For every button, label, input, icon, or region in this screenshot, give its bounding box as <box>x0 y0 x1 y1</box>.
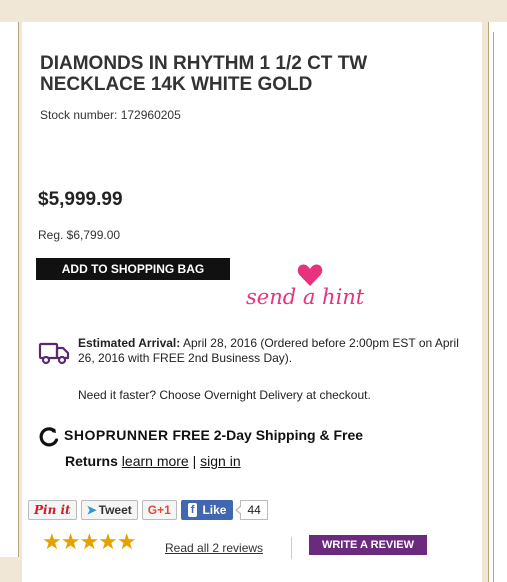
estimated-arrival: Estimated Arrival: April 28, 2016 (Order… <box>78 336 468 366</box>
review-divider <box>291 537 292 559</box>
shoprunner-logo-icon <box>39 427 59 447</box>
right-panel <box>488 22 507 582</box>
arrival-label: Estimated Arrival: <box>78 336 181 350</box>
social-share-bar: Pin it ➤ Tweet G+1 f Like 44 <box>28 499 268 521</box>
shoprunner-offer-line2: Returns learn more | sign in <box>65 453 241 469</box>
learn-more-link[interactable]: learn more <box>122 453 189 469</box>
faster-delivery-note: Need it faster? Choose Overnight Deliver… <box>78 388 371 402</box>
write-a-review-button[interactable]: WRITE A REVIEW <box>309 535 427 555</box>
google-plus-button[interactable]: G+1 <box>141 500 177 520</box>
stock-number: Stock number: 172960205 <box>40 108 181 122</box>
tweet-label: Tweet <box>98 503 132 517</box>
facebook-like-button[interactable]: f Like <box>180 500 234 520</box>
pinterest-pin-button[interactable]: Pin it <box>28 500 77 520</box>
facebook-icon: f <box>187 503 198 517</box>
facebook-like-count: 44 <box>235 500 268 520</box>
link-separator: | <box>192 453 197 469</box>
heart-icon[interactable] <box>297 263 323 287</box>
tweet-button[interactable]: ➤ Tweet <box>80 500 138 520</box>
product-info-panel: DIAMONDS IN RHYTHM 1 1/2 CT TW NECKLACE … <box>22 22 482 582</box>
twitter-bird-icon: ➤ <box>86 503 97 517</box>
sale-price: $5,999.99 <box>38 189 123 210</box>
left-panel <box>0 22 19 557</box>
product-title: DIAMONDS IN RHYTHM 1 1/2 CT TW NECKLACE … <box>40 53 368 95</box>
shoprunner-offer: SHOPRUNNER FREE 2-Day Shipping & Free <box>64 427 363 443</box>
rating-stars: ★★★★★ <box>42 529 137 554</box>
facebook-like-label: Like <box>202 503 227 517</box>
shoprunner-offer-text: FREE 2-Day Shipping & Free <box>172 427 364 443</box>
regular-price: Reg. $6,799.00 <box>38 228 121 242</box>
read-all-reviews-link[interactable]: Read all 2 reviews <box>165 541 263 555</box>
shoprunner-brand: SHOPRUNNER <box>64 427 169 443</box>
sign-in-link[interactable]: sign in <box>200 453 240 469</box>
send-a-hint-link[interactable]: send a hint <box>246 285 364 309</box>
add-to-shopping-bag-button[interactable]: ADD TO SHOPPING BAG <box>36 258 230 280</box>
shoprunner-returns: Returns <box>65 453 118 469</box>
delivery-truck-icon <box>38 342 70 365</box>
